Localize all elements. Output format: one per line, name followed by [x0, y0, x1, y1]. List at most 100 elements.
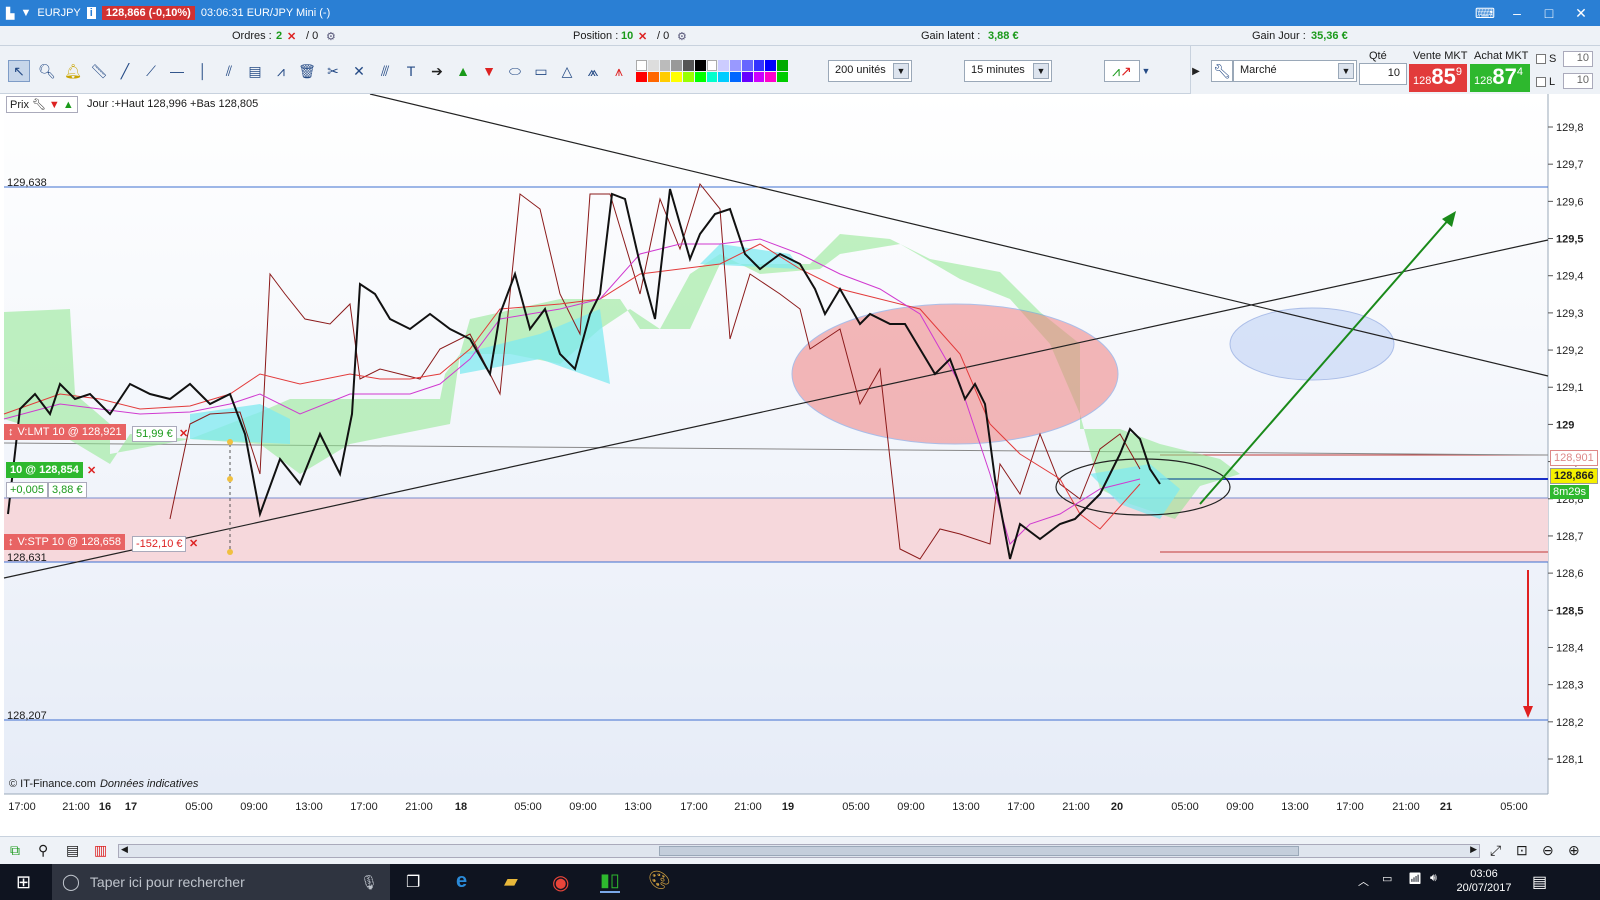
position-tag[interactable]: 10 @ 128,854 [6, 462, 83, 478]
stop-order-handle-icon[interactable]: ↕ [8, 536, 14, 548]
y-tick-label: 128,5 [1556, 605, 1584, 617]
wrench-icon[interactable]: 🔧︎ [1211, 60, 1233, 82]
magnet-icon[interactable]: ✂ [322, 60, 344, 82]
windows-start-icon[interactable]: ⊞ [16, 872, 31, 893]
ellipse-tool-icon[interactable]: ⬭ [504, 60, 526, 82]
drawn-ellipse-blue[interactable] [1229, 307, 1395, 381]
network-icon[interactable]: 📶︎ [1408, 872, 1422, 885]
paint-icon[interactable]: 🎨︎ [648, 870, 671, 891]
wrench-small-icon[interactable]: 🔧︎ [32, 98, 46, 111]
segment-tool-icon[interactable]: ╱ [114, 60, 136, 82]
battery-icon[interactable]: ▭ [1382, 872, 1392, 885]
zoom-in-icon[interactable]: ⊕ [1568, 842, 1580, 859]
autoscale-icon[interactable]: ⤢ [1490, 842, 1501, 859]
prix-label: Prix [10, 98, 29, 111]
fibonacci-icon[interactable]: ▤ [244, 60, 266, 82]
arrow-right-icon[interactable]: ➔ [426, 60, 448, 82]
price-chart[interactable]: 129,8 129,7 129,6 129,5 129,4 129,3 129,2 129,1… [0, 93, 1600, 839]
buy-price-big: 87 [1492, 64, 1517, 89]
gain-jour-label: Gain Jour : [1252, 30, 1306, 42]
line-tool-icon[interactable]: ⟋ [140, 60, 162, 82]
arrow-down-icon[interactable]: ▼ [478, 60, 500, 82]
maximize-button[interactable]: □ [1538, 3, 1560, 23]
stop-order-cancel-icon[interactable]: ✕ [186, 536, 201, 551]
fan-tool-icon[interactable]: ⩚ [608, 60, 630, 82]
indicators-icon[interactable]: ⩘ ↗ [1104, 60, 1140, 82]
taskbar-clock[interactable]: 03:06 20/07/2017 [1452, 867, 1516, 895]
l-checkbox[interactable] [1536, 77, 1546, 87]
units-select[interactable]: 200 unités ▼ [828, 60, 912, 82]
text-tool-icon[interactable]: T [400, 60, 422, 82]
edge-browser-icon[interactable]: e [456, 870, 467, 893]
trading-app-icon[interactable]: ▮▯ [600, 870, 620, 893]
minimize-button[interactable]: – [1506, 3, 1528, 23]
microphone-icon[interactable]: 🎙︎ [360, 874, 378, 891]
zoom-fit-icon[interactable]: ⊡ [1516, 842, 1528, 859]
stop-order-tag[interactable]: ↕ V:STP 10 @ 128,658 [4, 534, 126, 550]
x-tick-label: 17:00 [1336, 801, 1364, 813]
order-marker-mid [227, 476, 233, 482]
rectangle-tool-icon[interactable]: ▭ [530, 60, 552, 82]
andrews-icon[interactable]: ⩘ [270, 60, 292, 82]
task-view-icon[interactable]: ❐ [406, 872, 420, 892]
keyboard-icon[interactable]: ⌨ [1474, 3, 1496, 23]
channel-tool-icon[interactable]: ⫽ [218, 60, 240, 82]
info-icon[interactable]: i [86, 7, 96, 19]
parallel-lines-icon[interactable]: ⫻ [374, 60, 396, 82]
indicator-list-icon[interactable]: ⚲ [38, 842, 48, 859]
alert-bell-icon[interactable]: 🔔︎ [62, 60, 84, 82]
buy-market-button[interactable]: 128 87 4 [1470, 64, 1530, 92]
buy-small-icon[interactable]: ▲ [63, 99, 74, 111]
tray-chevron-up-icon[interactable]: ︿ [1358, 873, 1369, 889]
file-explorer-icon[interactable]: ▰ [504, 871, 518, 892]
horizontal-scrollbar[interactable]: ◀ ▶ [118, 844, 1480, 858]
position-settings-icon[interactable]: ⚙ [677, 30, 687, 43]
s-checkbox[interactable] [1536, 54, 1546, 64]
limit-order-tag[interactable]: ↕ V:LMT 10 @ 128,921 [4, 424, 126, 440]
sell-label: Vente MKT [1413, 50, 1468, 62]
arrow-up-icon[interactable]: ▲ [452, 60, 474, 82]
panel-collapse-icon[interactable]: ▶ [1191, 60, 1201, 82]
s-input[interactable]: 10 [1563, 51, 1593, 67]
scroll-right-icon[interactable]: ▶ [1470, 844, 1477, 855]
limit-order-cancel-icon[interactable]: ✕ [176, 426, 191, 441]
orders-cancel-icon[interactable]: ✕ [287, 30, 296, 43]
timeframe-select[interactable]: 15 minutes ▼ [964, 60, 1052, 82]
indicators-dropdown-icon[interactable]: ▼ [1140, 60, 1152, 82]
limit-order-handle-icon[interactable]: ↕ [8, 426, 14, 438]
watchlist-icon[interactable]: ▤ [66, 842, 79, 859]
units-select-value: 200 unités [835, 64, 886, 76]
sell-small-icon[interactable]: ▼ [49, 99, 60, 111]
notifications-icon[interactable]: ▤ [1532, 872, 1547, 892]
color-palette[interactable] [636, 60, 788, 82]
sell-market-button[interactable]: 128 85 9 [1409, 64, 1467, 92]
crosshair-icon[interactable]: ✕ [348, 60, 370, 82]
triangle-tool-icon[interactable]: △ [556, 60, 578, 82]
zoom-tool-icon[interactable]: 🔍︎ [36, 60, 58, 82]
scrollbar-thumb[interactable] [659, 846, 1299, 856]
taskbar-search[interactable]: ◯ Taper ici pour rechercher 🎙︎ [52, 864, 390, 900]
window-menu-icon[interactable]: ▼ [20, 7, 31, 19]
zoom-out-icon[interactable]: ⊖ [1542, 842, 1554, 859]
qty-input[interactable]: 10 [1359, 63, 1407, 85]
position-cancel-icon[interactable]: ✕ [638, 30, 647, 43]
vertical-line-icon[interactable]: │ [192, 60, 214, 82]
horizontal-line-icon[interactable]: — [166, 60, 188, 82]
chart-mode-icon[interactable]: ⧉ [10, 842, 20, 859]
order-type-select[interactable]: Marché ▼ [1233, 60, 1357, 82]
l-input[interactable]: 10 [1563, 73, 1593, 89]
pattern-tool-icon[interactable]: ⩕ [582, 60, 604, 82]
volume-icon[interactable]: 🔊︎ [1430, 872, 1437, 885]
chart-area[interactable]: 129,8 129,7 129,6 129,5 129,4 129,3 129,2 129,1… [0, 93, 1600, 839]
chrome-icon[interactable]: ◉ [552, 870, 569, 895]
orders-book-icon[interactable]: ▥ [94, 842, 107, 859]
ruler-icon[interactable]: 📏︎ [88, 60, 110, 82]
close-button[interactable]: ✕ [1570, 3, 1592, 23]
orders-settings-icon[interactable]: ⚙ [326, 30, 336, 43]
scroll-left-icon[interactable]: ◀ [121, 844, 128, 855]
x-tick-label: 21:00 [1392, 801, 1420, 813]
cursor-tool-icon[interactable]: ↖ [8, 60, 30, 82]
trash-icon[interactable]: 🗑︎ [296, 60, 318, 82]
position-close-icon[interactable]: ✕ [84, 463, 99, 478]
sell-price-sup: 9 [1455, 66, 1462, 78]
